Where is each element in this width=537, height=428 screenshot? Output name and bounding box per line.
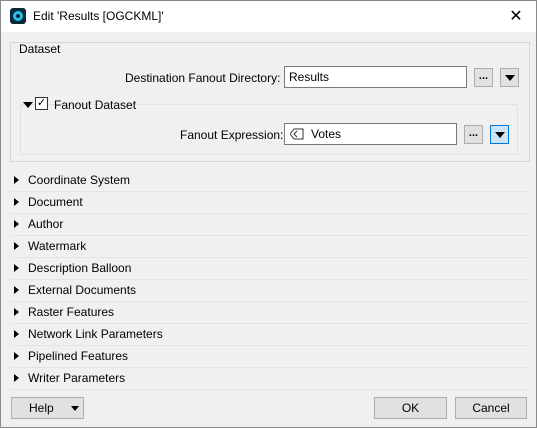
destination-label: Destination Fanout Directory: xyxy=(125,71,281,85)
fanout-dataset-label: Fanout Dataset xyxy=(54,98,137,112)
fanout-expression-label: Fanout Expression: xyxy=(180,128,284,142)
attribute-value-icon xyxy=(290,128,304,140)
section-writer-parameters[interactable]: Writer Parameters xyxy=(10,368,530,390)
section-external-documents[interactable]: External Documents xyxy=(10,280,530,302)
divider xyxy=(10,389,530,390)
expand-triangle-icon xyxy=(14,286,19,294)
section-label: Writer Parameters xyxy=(28,371,126,385)
collapse-triangle-icon[interactable] xyxy=(23,102,33,108)
fanout-expression-value: Votes xyxy=(311,127,342,141)
section-network-link-parameters[interactable]: Network Link Parameters xyxy=(10,324,530,346)
section-description-balloon[interactable]: Description Balloon xyxy=(10,258,530,280)
fanout-expression-input[interactable]: Votes xyxy=(284,123,457,145)
fanout-dataset-checkbox[interactable]: ✓ xyxy=(35,97,48,110)
cancel-button[interactable]: Cancel xyxy=(455,397,527,419)
section-label: Pipelined Features xyxy=(28,349,129,363)
window-title: Edit 'Results [OGCKML]' xyxy=(33,9,164,23)
expand-triangle-icon xyxy=(14,264,19,272)
expression-browse-button[interactable]: ... xyxy=(464,125,483,144)
expand-triangle-icon xyxy=(14,330,19,338)
section-coordinate-system[interactable]: Coordinate System xyxy=(10,170,530,192)
expand-triangle-icon xyxy=(14,308,19,316)
section-label: Author xyxy=(28,217,64,231)
section-label: Raster Features xyxy=(28,305,115,319)
section-label: External Documents xyxy=(28,283,137,297)
title-bar: Edit 'Results [OGCKML]' ✕ xyxy=(1,1,536,32)
expand-triangle-icon xyxy=(14,198,19,206)
expand-triangle-icon xyxy=(14,374,19,382)
section-document[interactable]: Document xyxy=(10,192,530,214)
expand-triangle-icon xyxy=(14,176,19,184)
expand-triangle-icon xyxy=(14,220,19,228)
section-author[interactable]: Author xyxy=(10,214,530,236)
destination-directory-input[interactable]: Results xyxy=(284,66,467,88)
section-label: Description Balloon xyxy=(28,261,132,275)
ok-button[interactable]: OK xyxy=(374,397,447,419)
help-button-label: Help xyxy=(29,401,54,415)
expression-dropdown-button[interactable] xyxy=(490,125,509,144)
chevron-down-icon xyxy=(495,132,505,138)
destination-browse-button[interactable]: ... xyxy=(474,68,493,87)
fme-app-icon xyxy=(10,8,26,24)
help-button[interactable]: Help xyxy=(11,397,84,419)
chevron-down-icon xyxy=(71,406,79,411)
expand-triangle-icon xyxy=(14,242,19,250)
close-button[interactable]: ✕ xyxy=(496,1,536,32)
section-pipelined-features[interactable]: Pipelined Features xyxy=(10,346,530,368)
destination-dropdown-button[interactable] xyxy=(500,68,519,87)
section-raster-features[interactable]: Raster Features xyxy=(10,302,530,324)
dataset-group-label: Dataset xyxy=(19,42,61,56)
section-watermark[interactable]: Watermark xyxy=(10,236,530,258)
section-label: Document xyxy=(28,195,83,209)
chevron-down-icon xyxy=(505,75,515,81)
section-label: Network Link Parameters xyxy=(28,327,163,341)
section-label: Watermark xyxy=(28,239,87,253)
edit-dialog: Edit 'Results [OGCKML]' ✕ Dataset Destin… xyxy=(0,0,537,428)
section-label: Coordinate System xyxy=(28,173,131,187)
expand-triangle-icon xyxy=(14,352,19,360)
